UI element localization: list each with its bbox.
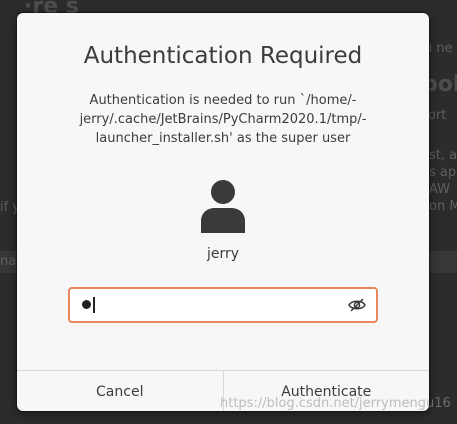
background-text: on M [429, 199, 457, 214]
dialog-title: Authentication Required [83, 43, 363, 69]
avatar-icon [201, 180, 245, 233]
background-text: ort [428, 108, 447, 123]
background-text: s app [429, 165, 457, 180]
cancel-button[interactable]: Cancel [17, 371, 223, 411]
watermark-text: https://blog.csdn.net/jerrymengu16 [220, 396, 451, 411]
dialog-message: Authentication is needed to run `/home/-… [79, 93, 367, 146]
username-label: jerry [206, 246, 240, 262]
background-text: st, a [429, 148, 457, 163]
background-text: na [0, 254, 17, 269]
background-text: AW [429, 182, 451, 197]
password-dot [82, 300, 91, 309]
eye-hidden-icon[interactable] [348, 297, 366, 313]
text-caret [93, 297, 95, 313]
authentication-dialog: Authentication Required Authentication i… [17, 13, 429, 411]
password-field[interactable] [68, 287, 378, 323]
